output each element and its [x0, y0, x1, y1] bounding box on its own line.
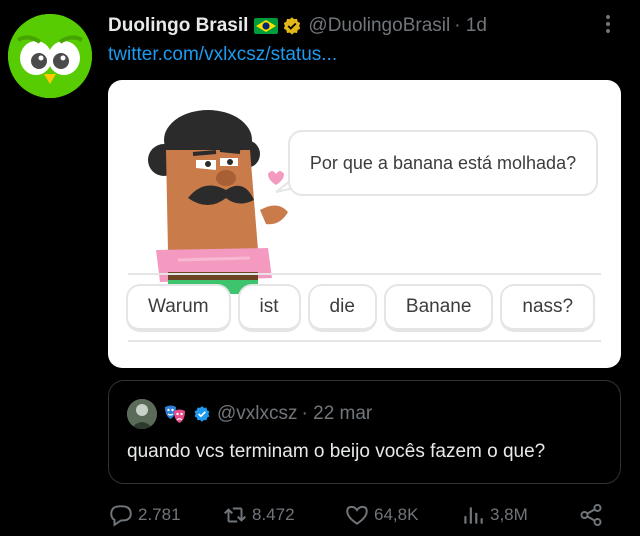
media-card[interactable]: Por que a banana está molhada? Warum ist… — [108, 80, 621, 368]
character-illustration — [148, 110, 288, 294]
author-handle[interactable]: @DuolingoBrasil — [308, 15, 450, 37]
word-bank: Warum ist die Banane nass? — [126, 284, 596, 332]
reply-icon — [110, 505, 132, 527]
views-button[interactable]: 3,8M — [460, 502, 528, 528]
verified-badge-icon[interactable] — [282, 16, 302, 36]
share-icon — [580, 503, 602, 527]
author-name[interactable]: Duolingo Brasil — [108, 15, 248, 37]
word-tile[interactable]: ist — [237, 284, 301, 332]
retweet-icon — [224, 507, 246, 523]
tweet-timestamp[interactable]: · 1d — [454, 15, 487, 37]
share-button[interactable] — [578, 502, 604, 528]
tweet-header: Duolingo Brasil @DuolingoBrasil · 1d — [108, 14, 487, 38]
like-button[interactable]: 64,8K — [344, 502, 418, 528]
word-tile[interactable]: nass? — [500, 284, 596, 332]
verified-badge-icon[interactable] — [193, 405, 211, 423]
views-count: 3,8M — [490, 505, 528, 524]
duo-owl-icon — [8, 14, 92, 98]
author-avatar[interactable] — [8, 14, 92, 98]
theater-masks-icon — [165, 405, 185, 423]
quoted-tweet-text: quando vcs terminam o beijo vocês fazem … — [127, 441, 546, 462]
answer-line-top — [128, 273, 601, 275]
word-tile[interactable]: Banane — [383, 284, 494, 332]
retweet-button[interactable]: 8.472 — [222, 502, 295, 528]
tweet-action-bar: 2.781 8.472 64,8K 3,8M — [108, 502, 608, 532]
retweet-count: 8.472 — [252, 505, 295, 524]
avatar-photo-icon — [127, 399, 157, 429]
quoted-timestamp[interactable]: · 22 mar — [302, 403, 373, 425]
quoted-author-avatar[interactable] — [127, 399, 157, 429]
reply-button[interactable]: 2.781 — [108, 502, 181, 528]
quoted-tweet[interactable]: @vxlxcsz · 22 mar quando vcs terminam o … — [108, 380, 621, 484]
heart-icon — [346, 505, 368, 525]
brazil-flag-icon — [254, 18, 279, 34]
speech-bubble: Por que a banana está molhada? — [288, 130, 598, 196]
views-chart-icon — [464, 507, 483, 524]
quoted-author-handle[interactable]: @vxlxcsz — [217, 403, 298, 425]
like-count: 64,8K — [374, 505, 419, 524]
more-options-icon[interactable] — [600, 12, 616, 36]
quoted-tweet-header: @vxlxcsz · 22 mar — [127, 399, 372, 429]
word-tile[interactable]: die — [307, 284, 377, 332]
reply-count: 2.781 — [138, 505, 181, 524]
answer-line-bottom — [128, 340, 601, 342]
tweet-link[interactable]: twitter.com/vxlxcsz/status... — [108, 44, 337, 66]
word-tile[interactable]: Warum — [126, 284, 231, 332]
